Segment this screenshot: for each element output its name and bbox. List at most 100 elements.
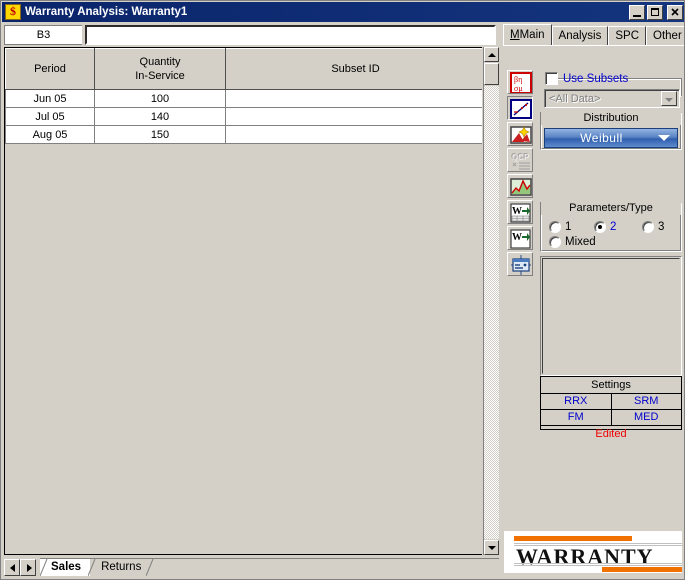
formula-input[interactable] bbox=[85, 25, 496, 45]
cell-quantity-1[interactable]: 100 bbox=[94, 89, 226, 108]
use-subsets-row: Use Subsets bbox=[545, 72, 628, 85]
warranty-analysis-window: $ Warranty Analysis: Warranty1 B3 Period… bbox=[0, 0, 685, 580]
scroll-up-button[interactable] bbox=[484, 47, 499, 62]
use-subsets-label[interactable]: Use Subsets bbox=[563, 73, 628, 85]
data-grid: Period Quantity In-Service Subset ID Jun… bbox=[5, 48, 482, 144]
window-controls bbox=[629, 4, 683, 20]
tab-other-label: Other bbox=[653, 30, 682, 42]
window-title: Warranty Analysis: Warranty1 bbox=[25, 6, 188, 18]
radio-parameters-mixed[interactable] bbox=[549, 236, 561, 248]
radio-parameters-1[interactable] bbox=[549, 221, 561, 233]
plot-icon-button[interactable] bbox=[507, 96, 533, 120]
word-report-icon: W bbox=[510, 203, 531, 223]
maximize-button[interactable] bbox=[647, 4, 663, 20]
cell-quantity-2[interactable]: 140 bbox=[94, 107, 226, 126]
calculate-parameters-icon-button[interactable]: βη σμ bbox=[507, 70, 533, 94]
cell-quantity-3[interactable]: 150 bbox=[94, 125, 226, 144]
warranty-logo: WARRANTY bbox=[504, 531, 682, 573]
data-sheet-icon bbox=[511, 255, 531, 275]
tab-slash-left bbox=[40, 559, 48, 576]
word-document-icon-button[interactable]: W bbox=[507, 226, 533, 250]
tab-slash-right bbox=[146, 559, 154, 576]
settings-med[interactable]: MED bbox=[612, 410, 682, 425]
sheet-nav-next-button[interactable] bbox=[20, 558, 36, 576]
data-sheet-icon-button[interactable] bbox=[507, 252, 533, 276]
tab-other[interactable]: Other bbox=[646, 26, 684, 45]
parameters-option-mixed-label: Mixed bbox=[565, 236, 596, 248]
svg-text:W: W bbox=[512, 206, 522, 217]
close-icon bbox=[671, 7, 679, 16]
title-bar: $ Warranty Analysis: Warranty1 bbox=[2, 2, 684, 22]
table-header-row: Period Quantity In-Service Subset ID bbox=[5, 48, 482, 90]
tab-spc-label: SPC bbox=[615, 30, 640, 42]
distribution-group: Distribution Weibull bbox=[540, 112, 682, 150]
settings-rrx[interactable]: RRX bbox=[541, 394, 612, 409]
scroll-thumb[interactable] bbox=[484, 63, 499, 85]
tab-main[interactable]: MMain bbox=[503, 24, 552, 45]
results-panel bbox=[540, 256, 682, 376]
data-sheet: Period Quantity In-Service Subset ID Jun… bbox=[4, 47, 482, 555]
chevron-up-icon bbox=[488, 53, 496, 57]
minimize-button[interactable] bbox=[629, 4, 645, 20]
panel-icon-toolbar: βη σμ QCP QCP W W bbox=[507, 70, 535, 276]
logo-rule-4 bbox=[514, 563, 682, 564]
formula-bar: B3 bbox=[4, 25, 496, 45]
parameters-option-1[interactable]: 1 bbox=[549, 221, 571, 233]
settings-title: Settings bbox=[541, 377, 681, 394]
sheet-vertical-scrollbar[interactable] bbox=[483, 47, 499, 555]
sheet-tab-returns-label: Returns bbox=[101, 561, 142, 573]
qcp-icon-button[interactable]: QCP QCP bbox=[507, 148, 533, 172]
parameters-option-3[interactable]: 3 bbox=[642, 221, 664, 233]
column-header-quantity-in-service[interactable]: Quantity In-Service bbox=[94, 48, 226, 90]
word-report-icon-button[interactable]: W bbox=[507, 200, 533, 224]
scroll-down-button[interactable] bbox=[484, 540, 499, 555]
sheet-tab-sales[interactable]: Sales bbox=[40, 559, 91, 576]
scroll-track[interactable] bbox=[484, 86, 499, 539]
plot-wizard-icon-button[interactable] bbox=[507, 122, 533, 146]
parameters-option-mixed[interactable]: Mixed bbox=[549, 236, 596, 248]
subset-select-value: <All Data> bbox=[549, 92, 601, 105]
close-button[interactable] bbox=[667, 4, 683, 20]
tab-analysis[interactable]: Analysis bbox=[551, 26, 609, 45]
svg-text:σμ: σμ bbox=[514, 84, 523, 93]
svg-text:βη: βη bbox=[514, 75, 522, 84]
logo-rule-3 bbox=[514, 565, 682, 566]
table-row: Aug 05 150 bbox=[5, 125, 482, 144]
cell-period-3[interactable]: Aug 05 bbox=[5, 125, 95, 144]
cell-subset-1[interactable] bbox=[225, 89, 482, 108]
cell-subset-2[interactable] bbox=[225, 107, 482, 126]
tab-main-label: Main bbox=[519, 29, 545, 41]
quantity-header-line2: In-Service bbox=[135, 70, 185, 82]
column-header-subset-id[interactable]: Subset ID bbox=[225, 48, 482, 90]
cell-subset-3-selected[interactable] bbox=[225, 125, 482, 144]
cell-period-1[interactable]: Jun 05 bbox=[5, 89, 95, 108]
settings-srm[interactable]: SRM bbox=[612, 394, 682, 409]
use-subsets-checkbox[interactable] bbox=[545, 72, 558, 85]
distribution-select[interactable]: Weibull bbox=[544, 128, 678, 148]
sheet-nav-previous-button[interactable] bbox=[4, 558, 20, 576]
parameters-type-group: Parameters/Type 1 2 3 Mixed bbox=[540, 202, 682, 252]
tab-slash-left bbox=[88, 559, 96, 576]
calculate-parameters-icon: βη σμ bbox=[510, 72, 532, 93]
subset-select[interactable]: <All Data> bbox=[544, 89, 680, 108]
cell-reference-box[interactable]: B3 bbox=[4, 25, 82, 45]
radio-parameters-3[interactable] bbox=[642, 221, 654, 233]
cell-period-2[interactable]: Jul 05 bbox=[5, 107, 95, 126]
quantity-header-line1: Quantity bbox=[139, 56, 181, 68]
plot-wizard-icon bbox=[510, 126, 532, 144]
tab-spc[interactable]: SPC bbox=[608, 26, 647, 45]
sheet-tab-sales-label: Sales bbox=[51, 561, 82, 573]
subset-select-arrow[interactable] bbox=[661, 91, 677, 106]
sheet-empty-area[interactable] bbox=[5, 181, 482, 554]
sheet-tab-returns[interactable]: Returns bbox=[88, 559, 154, 576]
column-header-period[interactable]: Period bbox=[5, 48, 95, 90]
function-chart-icon-button[interactable] bbox=[507, 174, 533, 198]
dollar-sign-icon: $ bbox=[5, 4, 21, 20]
radio-parameters-2[interactable] bbox=[594, 221, 606, 233]
subsets-section: Use Subsets <All Data> bbox=[541, 72, 682, 108]
settings-panel: Settings RRX SRM FM MED Edited bbox=[540, 376, 682, 440]
settings-fm[interactable]: FM bbox=[541, 410, 612, 425]
parameters-group-title: Parameters/Type bbox=[541, 202, 681, 215]
control-panel: MMain Analysis SPC Other βη σμ QCP QCP W… bbox=[501, 23, 684, 579]
parameters-option-2[interactable]: 2 bbox=[594, 221, 616, 233]
